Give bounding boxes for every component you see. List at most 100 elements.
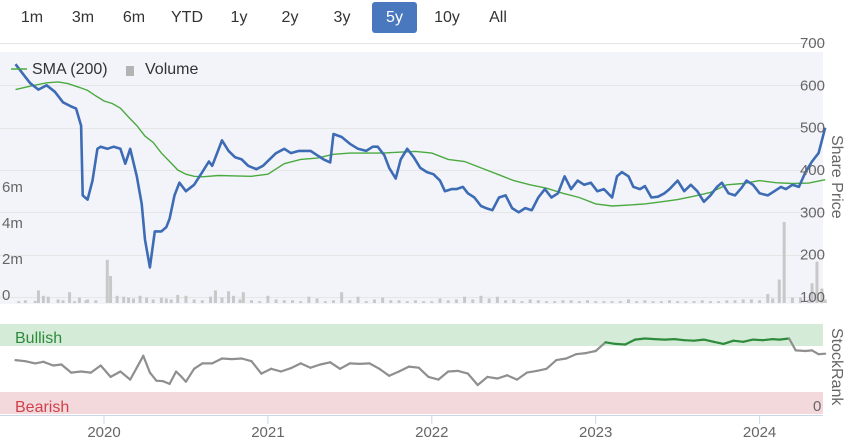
stockrank-segment [407,365,420,369]
volume-bar [231,295,235,303]
volume-bar [315,298,319,303]
stockrank-segment [99,364,112,378]
volume-bar [553,301,557,303]
stockrank-segment [555,357,568,362]
volume-tick-label: 6m [2,179,23,196]
stockrank-segment [211,357,224,365]
volume-bar [487,298,491,303]
stockrank-segment [142,354,151,374]
volume-bar [227,291,231,303]
stockrank-segment [193,362,204,370]
volume-bar [132,298,136,303]
volume-bar [258,301,262,303]
volume-bar [504,300,508,303]
volume-bar [348,300,352,303]
volume-bar [86,299,90,303]
volume-bar [299,301,303,303]
price-tick-label: 200 [800,247,825,264]
stockrank-segment [299,362,312,369]
x-tick-label: 2023 [579,424,612,438]
stockrank-segment [447,369,460,373]
price-tick-label: 300 [800,204,825,221]
x-tick-label: 2020 [87,424,120,438]
volume-bar [46,296,50,303]
stockrank-segment [309,363,322,369]
volume-bar [169,299,173,303]
stockrank-axis-title: StockRank [828,328,845,406]
volume-bar [94,300,98,303]
volume-bar [405,301,409,303]
stockrank-segment [378,367,391,377]
volume-bar [684,301,688,303]
volume-bar [184,295,188,303]
bearish-label: Bearish [15,399,69,416]
volume-bar [127,297,131,303]
volume-bar [61,300,65,303]
volume-bar [586,300,590,303]
legend: SMA (200) Volume [11,61,198,78]
stockrank-segment [574,352,588,356]
volume-bar [479,295,483,303]
x-tick-label: 2024 [743,424,776,438]
volume-bar [274,299,278,303]
volume-bar [725,300,729,303]
stockrank-segment [270,367,283,373]
stockrank-segment [794,349,807,353]
stockrank-segment [397,365,410,373]
volume-bar [536,300,540,303]
volume-tick-label: 2m [2,251,23,268]
volume-bar [790,297,794,303]
stockrank-segment [456,369,469,375]
volume-bar [323,301,327,303]
volume-bar [151,299,155,303]
stockrank-segment [466,372,479,387]
stockrank-segment [614,342,627,346]
stockrank-segment [545,359,558,370]
volume-bar [23,300,27,303]
stockrank-segment [60,363,73,374]
volume-bar [758,300,762,303]
price-axis-title: Share Price [828,135,845,219]
volume-bar [766,294,770,303]
volume-bar [651,301,655,303]
volume-bar [17,301,21,303]
volume-bar [528,299,532,303]
volume-bar [512,299,516,303]
stockrank-segment [663,338,676,341]
volume-bar [463,296,467,303]
volume-bar [520,301,524,303]
stockrank-segment [42,360,55,367]
volume-bar [389,300,393,303]
volume-bar [41,295,45,303]
stockrank-segment [515,371,529,381]
stockrank-segment [129,366,138,381]
stockrank-segment [692,338,706,342]
stockrank-segment [496,374,509,380]
volume-bar [777,279,781,303]
stockrank-segment [761,338,774,342]
bullish-band [0,324,823,346]
stockrank-segment [643,337,656,341]
stockrank-segment [220,357,233,361]
volume-bar [176,294,180,303]
volume-bar [290,300,294,303]
volume-bar [741,299,745,303]
price-tick-label: 100 [800,289,825,306]
volume-bar [213,290,217,303]
stockrank-segment [486,375,499,380]
stockrank-segment [148,371,158,382]
stockrank-segment [319,361,332,366]
volume-bar [220,297,224,303]
stockrank-segment [338,362,351,370]
stockrank-segment [427,375,440,381]
volume-bar [495,296,499,303]
stockrank-segment [119,370,132,381]
volume-bar [413,300,417,303]
volume-bar [618,301,622,303]
stockrank-segment [683,339,696,342]
price-plot-background [0,52,823,304]
volume-bar [471,299,475,303]
price-tick-label: 400 [800,162,825,179]
stockrank-segment [368,362,381,370]
volume-bar [692,301,696,303]
